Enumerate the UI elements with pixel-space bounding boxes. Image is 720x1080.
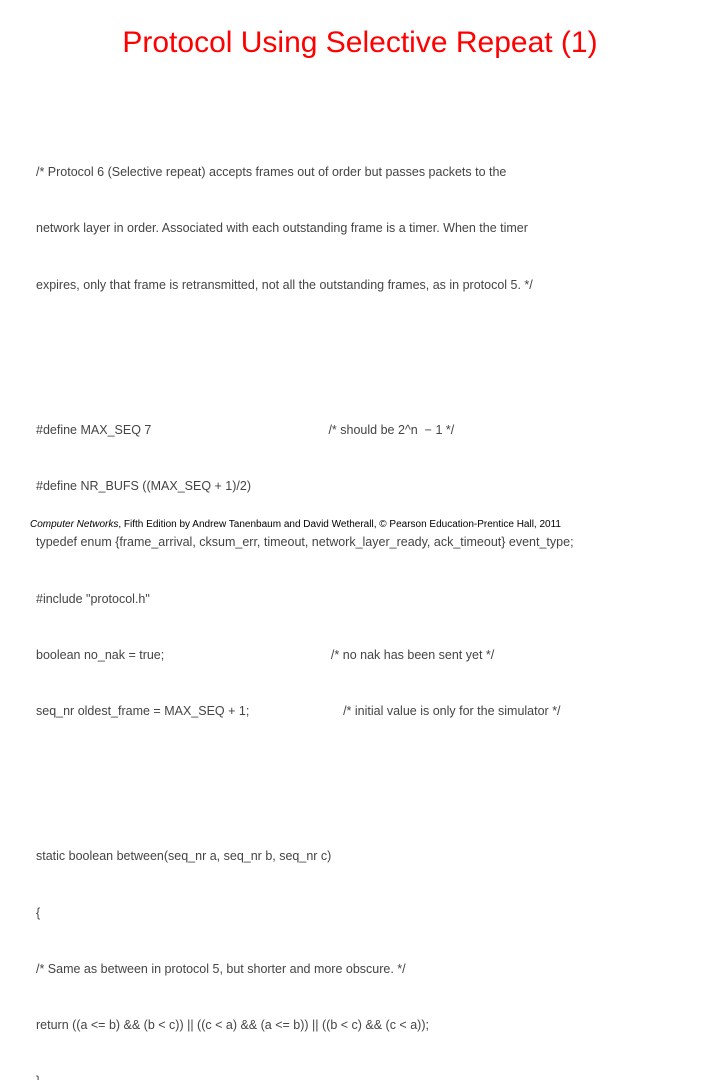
code-line: } (36, 1072, 690, 1080)
code-line: static boolean between(seq_nr a, seq_nr … (36, 847, 690, 866)
slide-container: Protocol Using Selective Repeat (1) /* P… (0, 0, 720, 540)
code-line: return ((a <= b) && (b < c)) || ((c < a)… (36, 1016, 690, 1035)
slide-title: Protocol Using Selective Repeat (1) (30, 26, 690, 60)
code-fn-group: static boolean between(seq_nr a, seq_nr … (36, 810, 690, 1080)
code-line: seq_nr oldest_frame = MAX_SEQ + 1; /* in… (36, 702, 690, 721)
code-line: typedef enum {frame_arrival, cksum_err, … (36, 533, 690, 552)
code-line: { (36, 904, 690, 923)
code-line: #define MAX_SEQ 7 /* should be 2^n − 1 *… (36, 421, 690, 440)
code-line: /* Same as between in protocol 5, but sh… (36, 960, 690, 979)
footer-rest: , Fifth Edition by Andrew Tanenbaum and … (118, 519, 561, 530)
code-line: network layer in order. Associated with … (36, 219, 690, 238)
code-line: expires, only that frame is retransmitte… (36, 276, 690, 295)
code-block: /* Protocol 6 (Selective repeat) accepts… (36, 88, 690, 1080)
code-line: boolean no_nak = true; /* no nak has bee… (36, 646, 690, 665)
footer: Computer Networks, Fifth Edition by Andr… (30, 519, 690, 530)
code-line: #include "protocol.h" (36, 590, 690, 609)
code-line: #define NR_BUFS ((MAX_SEQ + 1)/2) (36, 477, 690, 496)
code-defs-group: #define MAX_SEQ 7 /* should be 2^n − 1 *… (36, 383, 690, 758)
code-line: /* Protocol 6 (Selective repeat) accepts… (36, 163, 690, 182)
code-comment-group: /* Protocol 6 (Selective repeat) accepts… (36, 126, 690, 332)
footer-book-title: Computer Networks (30, 519, 118, 530)
